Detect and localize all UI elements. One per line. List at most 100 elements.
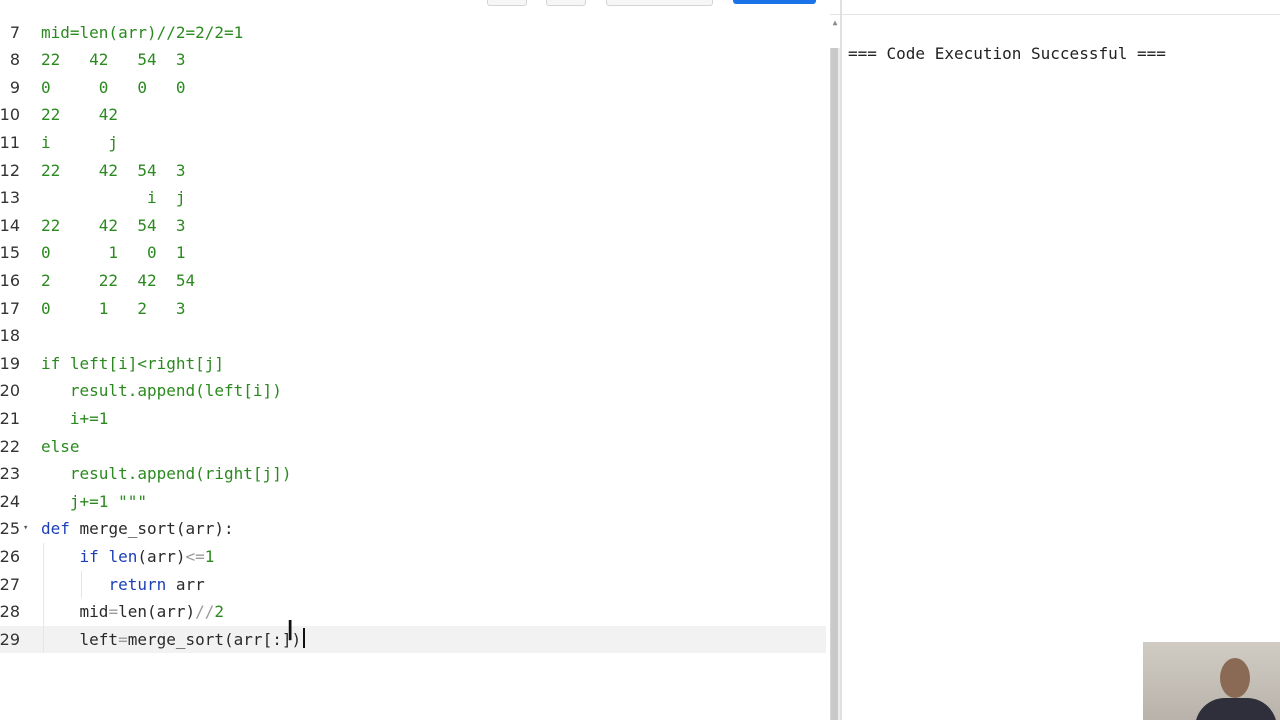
- code-token: //: [195, 602, 215, 622]
- code-editor[interactable]: 7 mid=len(arr)//2=2/2=1 8 22 42 54 3 9 0 0 0 …: [0, 14, 830, 720]
- presenter-head: [1220, 658, 1250, 698]
- code-line[interactable]: 9 0 0 0 0: [0, 74, 826, 102]
- code-line[interactable]: 29 left=merge_sort(arr[:]): [0, 625, 826, 654]
- code-text: 22 42 54 3: [41, 46, 186, 74]
- code-line[interactable]: 21 i+=1: [0, 405, 826, 433]
- text-caret: [303, 628, 305, 648]
- code-token: i j: [41, 188, 186, 208]
- code-token: 22 42 54 3: [41, 215, 186, 235]
- line-number: 8: [9, 50, 20, 70]
- line-number: 26: [0, 546, 20, 566]
- line-number: 19: [0, 353, 20, 373]
- code-token: mid: [41, 602, 109, 622]
- code-token: arr: [166, 574, 205, 594]
- code-token: result.append(left[i]): [41, 381, 282, 401]
- code-line[interactable]: 19 if left[i]<right[j]: [0, 350, 826, 378]
- run-button[interactable]: [733, 0, 816, 4]
- line-number: 7: [9, 22, 20, 42]
- code-token: len(arr): [118, 602, 196, 622]
- line-number: 21: [0, 408, 20, 428]
- line-number: 13: [0, 188, 20, 208]
- code-line[interactable]: 22 else: [0, 433, 826, 461]
- line-number: 18: [0, 326, 20, 346]
- fold-arrow-icon[interactable]: ▾: [23, 515, 28, 543]
- scroll-up-arrow-icon[interactable]: ▲: [830, 16, 840, 30]
- code-token: result.append(right[j]): [41, 464, 292, 484]
- code-token: i+=1: [41, 408, 109, 428]
- code-token: =: [118, 629, 128, 649]
- code-text: i+=1: [41, 405, 109, 433]
- code-line[interactable]: 28 mid=len(arr)//2: [0, 598, 826, 626]
- output-panel: === Code Execution Successful ===: [842, 0, 1280, 720]
- code-line[interactable]: 7 mid=len(arr)//2=2/2=1: [0, 19, 826, 47]
- code-token: j+=1 """: [41, 491, 147, 511]
- code-line[interactable]: 20 result.append(left[i]): [0, 377, 826, 405]
- code-token: mid=len(arr)//2=2/2=1: [41, 22, 244, 42]
- line-number: 23: [0, 464, 20, 484]
- line-number: 17: [0, 298, 20, 318]
- code-token: if: [79, 546, 99, 566]
- code-token: i j: [41, 132, 119, 152]
- code-line[interactable]: 23 result.append(right[j]): [0, 460, 826, 488]
- line-number: 16: [0, 270, 20, 290]
- code-token: 2: [214, 602, 225, 622]
- indent-guide: [81, 570, 82, 599]
- code-line[interactable]: 15 0 1 0 1: [0, 239, 826, 267]
- code-text: mid=len(arr)//2=2/2=1: [41, 19, 243, 47]
- code-token: def: [41, 519, 70, 539]
- line-number: 28: [0, 602, 20, 622]
- code-text: else: [41, 433, 80, 461]
- toolbar-button[interactable]: [606, 0, 713, 6]
- code-text: 0 1 0 1: [41, 239, 186, 267]
- code-token: =: [108, 602, 119, 622]
- code-token: (arr): [137, 546, 186, 566]
- code-token: 0 1 2 3: [41, 298, 186, 318]
- code-token: 0 1 0 1: [41, 243, 186, 263]
- code-token: 1: [204, 546, 215, 566]
- code-text: if left[i]<right[j]: [41, 350, 224, 378]
- code-token: <=: [185, 546, 205, 566]
- code-text: j+=1 """: [41, 488, 147, 516]
- editor-scrollbar-thumb[interactable]: [831, 48, 838, 720]
- code-line[interactable]: 11 i j: [0, 129, 826, 157]
- line-number: 27: [0, 574, 20, 594]
- code-token: if left[i]<right[j]: [41, 353, 225, 373]
- code-line[interactable]: 25 ▾ def merge_sort(arr):: [0, 515, 826, 543]
- code-token: merge_sort(arr):: [69, 519, 234, 539]
- editor-toolbar: [0, 0, 840, 14]
- code-text: left=merge_sort(arr[:]): [41, 626, 302, 654]
- code-token: 22 42 54 3: [41, 160, 186, 180]
- line-number: 9: [9, 77, 20, 97]
- code-line[interactable]: 10 22 42: [0, 101, 826, 129]
- line-number: 25: [0, 519, 20, 539]
- code-text: 22 42 54 3: [41, 212, 186, 240]
- code-line[interactable]: 8 22 42 54 3: [0, 46, 826, 74]
- code-text: i j: [41, 129, 118, 157]
- toolbar-button[interactable]: [546, 0, 586, 6]
- code-line[interactable]: 27 return arr: [0, 571, 826, 599]
- code-line[interactable]: 16 2 22 42 54: [0, 267, 826, 295]
- code-text: return arr: [41, 571, 205, 599]
- indent-guide: [43, 542, 44, 654]
- line-number: 10: [0, 105, 20, 125]
- code-token: 22 42: [41, 105, 119, 125]
- code-token: 22 42 54 3: [41, 50, 186, 70]
- toolbar-button[interactable]: [487, 0, 527, 6]
- code-line[interactable]: 26 if len(arr)<=1: [0, 543, 826, 571]
- line-number: 22: [0, 436, 20, 456]
- code-line[interactable]: 17 0 1 2 3: [0, 295, 826, 323]
- code-line[interactable]: 18: [0, 322, 826, 350]
- code-text: 2 22 42 54: [41, 267, 195, 295]
- code-token: merge_sort(arr[:]): [127, 629, 302, 649]
- code-line[interactable]: 12 22 42 54 3: [0, 157, 826, 185]
- code-text: result.append(left[i]): [41, 377, 282, 405]
- code-line[interactable]: 13 i j: [0, 184, 826, 212]
- code-line[interactable]: 24 j+=1 """: [0, 488, 826, 516]
- code-token: return: [108, 574, 167, 594]
- code-token: left: [41, 629, 119, 649]
- webcam-overlay: [1143, 642, 1280, 720]
- code-line[interactable]: 14 22 42 54 3: [0, 212, 826, 240]
